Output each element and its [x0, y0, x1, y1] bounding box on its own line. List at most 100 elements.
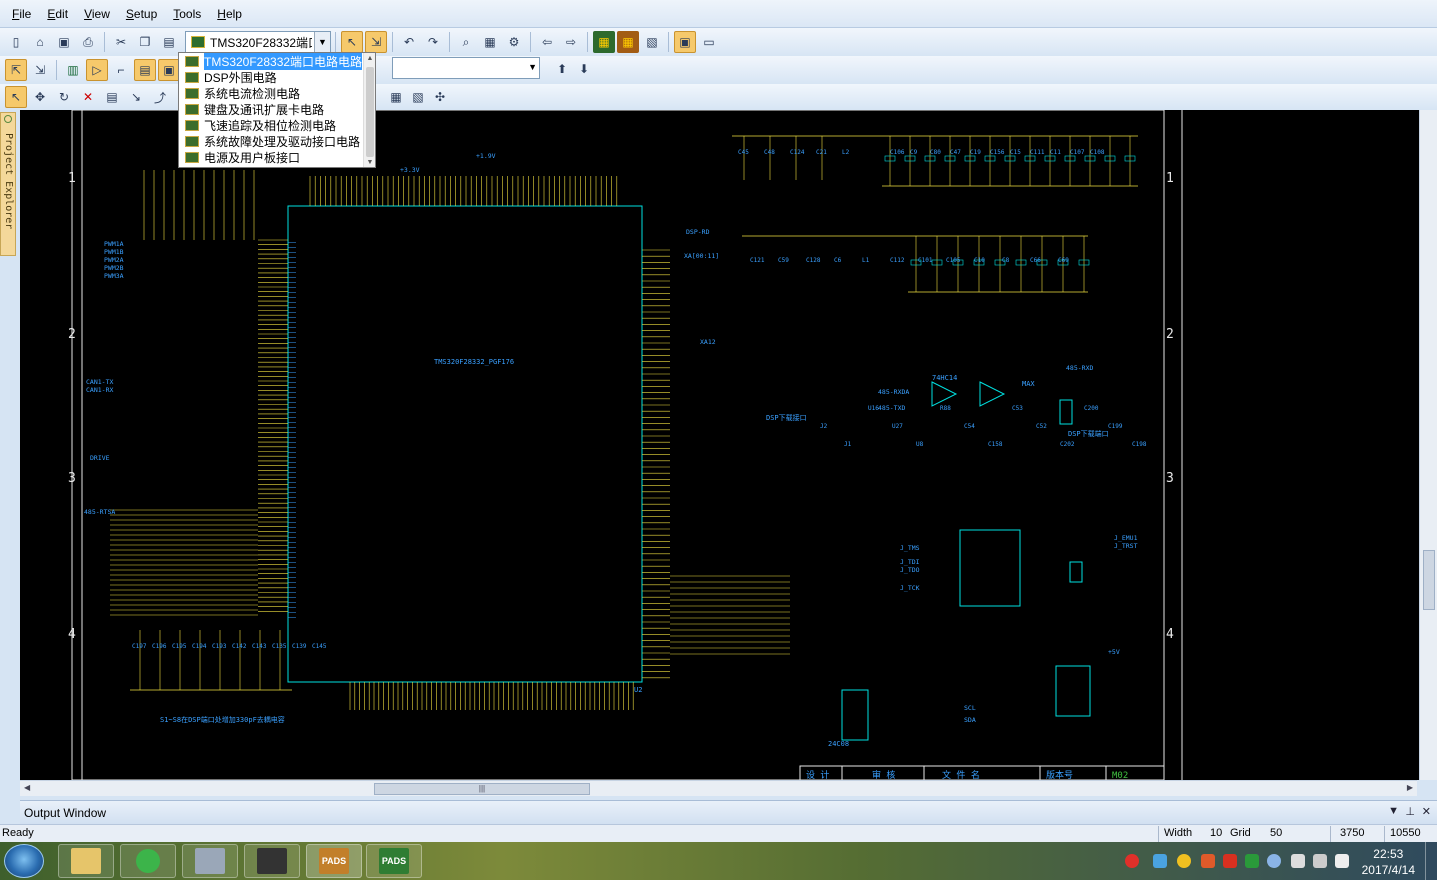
- tool-b-icon[interactable]: ▧: [407, 86, 429, 108]
- zoom-icon[interactable]: ⌕: [455, 31, 477, 53]
- scroll-thumb[interactable]: [366, 67, 374, 157]
- select-icon[interactable]: ⇱: [5, 59, 27, 81]
- cut-icon[interactable]: ✂: [110, 31, 132, 53]
- select-mode-icon[interactable]: ↖: [341, 31, 363, 53]
- add-net-icon[interactable]: ⤴: [149, 86, 171, 108]
- wizard-icon[interactable]: ⚙: [503, 31, 525, 53]
- tool-c-icon[interactable]: ✣: [429, 86, 451, 108]
- sheet-option[interactable]: 键盘及通讯扩展卡电路: [179, 101, 375, 117]
- volume-icon[interactable]: [1335, 854, 1349, 868]
- sheet-option[interactable]: 电源及用户板接口: [179, 149, 375, 165]
- menu-help[interactable]: Help: [211, 5, 248, 23]
- chevron-down-icon[interactable]: ▼: [314, 32, 330, 52]
- action-center-icon[interactable]: [1291, 854, 1305, 868]
- sheet-option[interactable]: 系统故障处理及驱动接口电路: [179, 133, 375, 149]
- add-bus-icon[interactable]: ⌐: [110, 59, 132, 81]
- sheet-option[interactable]: 飞速追踪及相位检测电路: [179, 117, 375, 133]
- menu-edit[interactable]: Edit: [41, 5, 74, 23]
- add-pin-icon[interactable]: ↘: [125, 86, 147, 108]
- project-explorer-label: Project Explorer: [3, 133, 14, 230]
- pin-icon[interactable]: ⊥: [1405, 805, 1415, 818]
- title-block-field: M02: [1112, 771, 1128, 780]
- move-down-icon[interactable]: ⬇: [573, 58, 595, 80]
- browser-taskbar-button[interactable]: [120, 844, 176, 878]
- scroll-down-icon[interactable]: ▼: [364, 157, 375, 167]
- vertical-scrollbar[interactable]: [1419, 110, 1437, 780]
- component-ref: C11: [1050, 149, 1061, 156]
- browse-icon[interactable]: ▣: [674, 31, 696, 53]
- save-icon[interactable]: ▣: [53, 31, 75, 53]
- scroll-left-icon[interactable]: ◀: [24, 783, 30, 792]
- properties-icon[interactable]: ▦: [479, 31, 501, 53]
- menu-setup[interactable]: Setup: [120, 5, 163, 23]
- add-connection-icon[interactable]: ▷: [86, 59, 108, 81]
- project-explorer-tab[interactable]: Project Explorer: [0, 112, 16, 256]
- copy-icon[interactable]: ❐: [134, 31, 156, 53]
- chevron-down-icon[interactable]: ▼: [528, 62, 537, 72]
- net-label: DSP-RD: [686, 228, 710, 236]
- tool-a-icon[interactable]: ▦: [385, 86, 407, 108]
- component-ref: C45: [738, 149, 749, 156]
- dropdown-scrollbar[interactable]: ▲ ▼: [363, 53, 375, 167]
- start-button[interactable]: [4, 844, 44, 878]
- window-icon[interactable]: ▭: [698, 31, 720, 53]
- select-filter-icon[interactable]: ⇲: [365, 31, 387, 53]
- security-icon[interactable]: [1201, 854, 1215, 868]
- import-icon[interactable]: ⇦: [536, 31, 558, 53]
- horizontal-scroll-thumb[interactable]: |||: [374, 783, 590, 795]
- move-up-icon[interactable]: ⬆: [551, 58, 573, 80]
- windows-taskbar: PADS PADS 22:53 2017/4/14: [0, 842, 1437, 880]
- pads-router-icon[interactable]: ▦: [617, 31, 639, 53]
- scroll-right-icon[interactable]: ▶: [1407, 783, 1413, 792]
- dropdown-icon[interactable]: ▼: [1388, 805, 1399, 817]
- settings-icon[interactable]: ▧: [641, 31, 663, 53]
- pads-layout-icon[interactable]: ▦: [593, 31, 615, 53]
- show-desktop-button[interactable]: [1425, 842, 1437, 880]
- clock[interactable]: 22:53 2017/4/14: [1362, 846, 1415, 878]
- update-icon[interactable]: [1267, 854, 1281, 868]
- delete-icon[interactable]: ✕: [77, 86, 99, 108]
- new-file-icon[interactable]: ▯: [5, 31, 27, 53]
- paste-icon[interactable]: ▤: [158, 31, 180, 53]
- calculator-taskbar-button[interactable]: [182, 844, 238, 878]
- sheet-option[interactable]: DSP外围电路: [179, 69, 375, 85]
- explorer-taskbar-button[interactable]: [58, 844, 114, 878]
- rotate-icon[interactable]: ↻: [53, 86, 75, 108]
- print-icon[interactable]: ⎙: [77, 31, 99, 53]
- app-taskbar-button[interactable]: [244, 844, 300, 878]
- pads-layout-taskbar-button[interactable]: PADS: [366, 844, 422, 878]
- net-label: SCL: [964, 704, 976, 712]
- plus-icon[interactable]: [1177, 854, 1191, 868]
- undo-icon[interactable]: ↶: [398, 31, 420, 53]
- add-part-icon[interactable]: ▥: [62, 59, 84, 81]
- ime-icon[interactable]: [1223, 854, 1237, 868]
- add-text-icon[interactable]: ▤: [134, 59, 156, 81]
- menu-file[interactable]: File: [6, 5, 37, 23]
- horizontal-scrollbar[interactable]: ◀ ||| ▶: [20, 780, 1417, 796]
- menu-view[interactable]: View: [78, 5, 116, 23]
- pads-logic-taskbar-button[interactable]: PADS: [306, 844, 362, 878]
- vertical-scroll-thumb[interactable]: [1423, 550, 1435, 610]
- filter-icon[interactable]: ⇲: [29, 59, 51, 81]
- move-icon[interactable]: ✥: [29, 86, 51, 108]
- menu-tools[interactable]: Tools: [167, 5, 207, 23]
- scroll-up-icon[interactable]: ▲: [364, 53, 375, 65]
- net-label: CAN1-RX: [86, 386, 113, 394]
- sogou-icon[interactable]: [1125, 854, 1139, 868]
- sheet-select[interactable]: TMS320F28332端口电路电路 ▼: [185, 31, 331, 53]
- schematic-canvas[interactable]: 1 2 3 4 1 2 3 4 TMS320F28332_PGF176 U2 DSP-RD XA[00…: [20, 110, 1437, 780]
- layer-select[interactable]: ▼: [392, 57, 540, 79]
- shield-icon[interactable]: [1245, 854, 1259, 868]
- edit-props-icon[interactable]: ▤: [101, 86, 123, 108]
- open-folder-icon[interactable]: ⌂: [29, 31, 51, 53]
- close-icon[interactable]: ✕: [1422, 805, 1431, 818]
- add-field-icon[interactable]: ▣: [158, 59, 180, 81]
- network-drive-icon[interactable]: [1153, 854, 1167, 868]
- export-icon[interactable]: ⇨: [560, 31, 582, 53]
- component-ref: U16: [868, 405, 879, 412]
- network-icon[interactable]: [1313, 854, 1327, 868]
- redo-icon[interactable]: ↷: [422, 31, 444, 53]
- sheet-option[interactable]: TMS320F28332端口电路电路: [179, 53, 375, 70]
- pointer-icon[interactable]: ↖: [5, 86, 27, 108]
- sheet-option[interactable]: 系统电流检测电路: [179, 85, 375, 101]
